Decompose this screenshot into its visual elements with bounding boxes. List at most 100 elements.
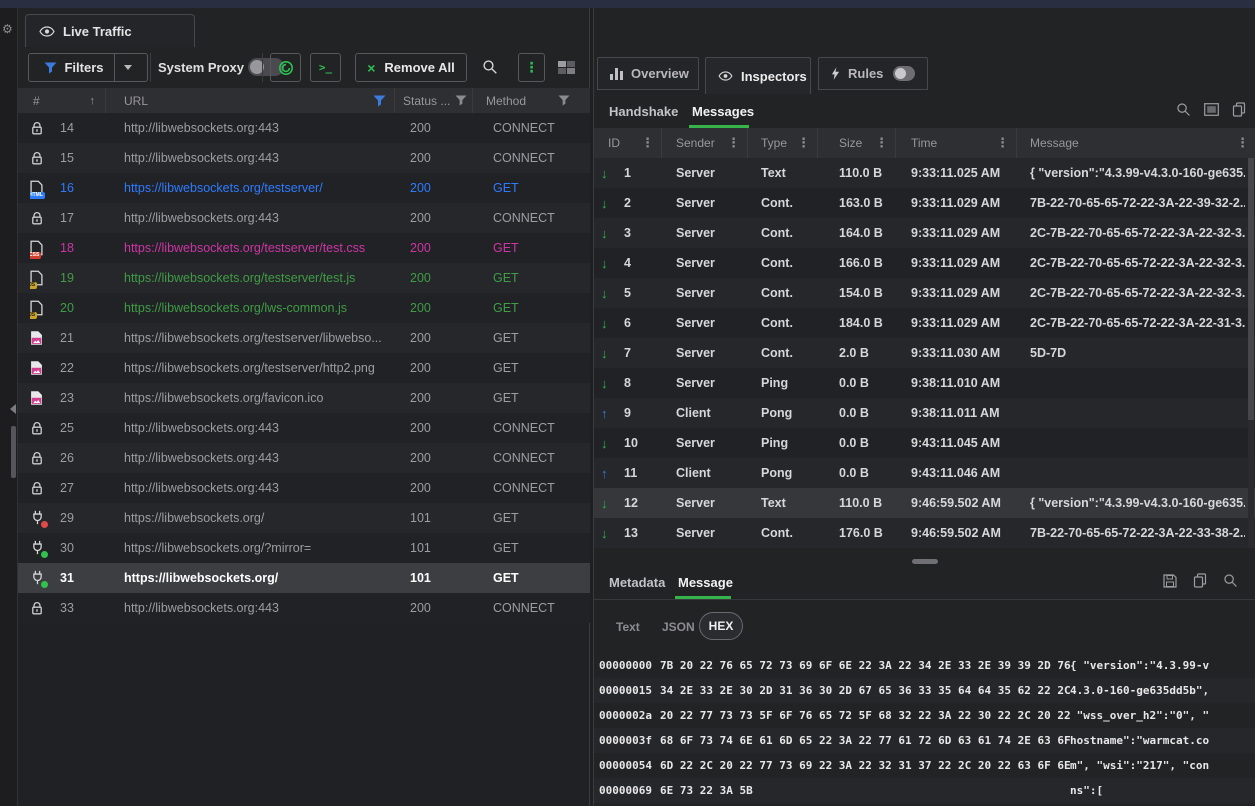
message-sender: Server	[676, 338, 746, 368]
subtab-messages[interactable]: Messages	[692, 104, 754, 119]
sort-ascending-icon[interactable]: ↑	[90, 95, 96, 107]
search-icon[interactable]	[1223, 573, 1238, 588]
save-icon[interactable]	[1163, 574, 1177, 588]
request-row[interactable]: 31https://libwebsockets.org/101GET	[18, 563, 590, 593]
message-row[interactable]: ↑11ClientPong0.0 B9:43:11.046 AM	[594, 458, 1255, 488]
column-menu-icon[interactable]: ⋮	[797, 135, 810, 151]
collapse-panel-arrow-icon[interactable]	[10, 404, 16, 414]
message-row[interactable]: ↓3ServerCont.164.0 B9:33:11.029 AM2C-7B-…	[594, 218, 1255, 248]
column-menu-icon[interactable]: ⋮	[1236, 135, 1249, 151]
message-id: 5	[624, 278, 660, 308]
gear-icon[interactable]: ⚙	[2, 22, 13, 36]
copy-icon[interactable]	[1232, 102, 1246, 117]
message-row[interactable]: ↓12ServerText110.0 B9:46:59.502 AM{ "ver…	[594, 488, 1255, 518]
splitter-drag-handle[interactable]	[912, 559, 938, 564]
capture-button[interactable]	[270, 53, 301, 82]
tab-message[interactable]: Message	[678, 575, 733, 590]
message-row[interactable]: ↓4ServerCont.166.0 B9:33:11.029 AM2C-7B-…	[594, 248, 1255, 278]
request-status: 200	[410, 323, 480, 353]
message-row[interactable]: ↓10ServerPing0.0 B9:43:11.045 AM	[594, 428, 1255, 458]
column-header-method[interactable]: Method	[473, 88, 576, 113]
search-icon[interactable]	[482, 59, 498, 75]
format-text-button[interactable]: Text	[616, 620, 640, 634]
request-row[interactable]: CSS18https://libwebsockets.org/testserve…	[18, 233, 590, 263]
message-sender: Server	[676, 428, 746, 458]
column-header-message[interactable]: Message⋮	[1017, 128, 1255, 158]
message-row[interactable]: ↑9ClientPong0.0 B9:38:11.011 AM	[594, 398, 1255, 428]
column-menu-icon[interactable]: ⋮	[875, 135, 888, 151]
request-row[interactable]: 17http://libwebsockets.org:443200CONNECT	[18, 203, 590, 233]
column-menu-icon[interactable]: ⋮	[996, 135, 1009, 151]
layout-icon[interactable]	[558, 61, 575, 74]
ws-status-dot	[41, 581, 48, 588]
request-row[interactable]: 14http://libwebsockets.org:443200CONNECT	[18, 113, 590, 143]
request-url: https://libwebsockets.org/testserver/htt…	[124, 353, 396, 383]
request-row[interactable]: 29https://libwebsockets.org/101GET	[18, 503, 590, 533]
message-row[interactable]: ↓1ServerText110.0 B9:33:11.025 AM{ "vers…	[594, 158, 1255, 188]
column-menu-icon[interactable]: ⋮	[641, 135, 654, 151]
messages-scrollbar[interactable]	[1248, 158, 1254, 548]
request-row[interactable]: 33http://libwebsockets.org:443200CONNECT	[18, 593, 590, 623]
subtab-handshake[interactable]: Handshake	[609, 104, 678, 119]
search-icon[interactable]	[1176, 102, 1191, 117]
request-row[interactable]: 23https://libwebsockets.org/favicon.ico2…	[18, 383, 590, 413]
message-row[interactable]: ↓7ServerCont.2.0 B9:33:11.030 AM5D-7D	[594, 338, 1255, 368]
more-options-button[interactable]: ⋮	[518, 53, 545, 82]
rail-scrollbar-thumb[interactable]	[11, 426, 16, 478]
message-row[interactable]: ↓13ServerCont.176.0 B9:46:59.502 AM7B-22…	[594, 518, 1255, 548]
tab-inspectors[interactable]: Inspectors	[705, 57, 811, 94]
request-row[interactable]: 30https://libwebsockets.org/?mirror=101G…	[18, 533, 590, 563]
request-type-icon-cell: JS	[30, 293, 58, 323]
format-hex-button[interactable]: HEX	[699, 612, 743, 640]
method-filter-funnel-icon[interactable]	[558, 95, 570, 106]
message-row[interactable]: ↓6ServerCont.184.0 B9:33:11.029 AM2C-7B-…	[594, 308, 1255, 338]
hex-bytes: 34 2E 33 2E 30 2D 31 36 30 2D 67 65 36 3…	[660, 678, 1071, 703]
remove-all-button[interactable]: × Remove All	[355, 53, 467, 82]
server-download-arrow-icon: ↓	[601, 428, 619, 458]
tab-overview[interactable]: Overview	[597, 57, 699, 90]
request-row[interactable]: 22https://libwebsockets.org/testserver/h…	[18, 353, 590, 383]
request-row[interactable]: 15http://libwebsockets.org:443200CONNECT	[18, 143, 590, 173]
column-header-size[interactable]: Size⋮	[818, 128, 896, 158]
request-method: GET	[493, 173, 585, 203]
message-row[interactable]: ↓8ServerPing0.0 B9:38:11.010 AM	[594, 368, 1255, 398]
column-header-id[interactable]: ID⋮	[594, 128, 662, 158]
tab-rules[interactable]: Rules	[818, 57, 928, 90]
image-preview-icon[interactable]	[1204, 103, 1219, 116]
column-header-number[interactable]: # ↑	[18, 88, 106, 113]
message-time: 9:43:11.045 AM	[911, 428, 1015, 458]
message-row[interactable]: ↓2ServerCont.163.0 B9:33:11.029 AM7B-22-…	[594, 188, 1255, 218]
column-header-sender[interactable]: Sender⋮	[662, 128, 748, 158]
column-menu-icon[interactable]: ⋮	[727, 135, 740, 151]
websocket-icon	[30, 540, 46, 556]
filters-button-main[interactable]: Filters	[34, 54, 114, 81]
tab-live-traffic[interactable]: Live Traffic	[25, 14, 195, 47]
request-method: GET	[493, 293, 585, 323]
url-filter-funnel-icon[interactable]	[373, 95, 386, 107]
column-header-url[interactable]: URL	[106, 88, 395, 113]
request-row[interactable]: JS19https://libwebsockets.org/testserver…	[18, 263, 590, 293]
scrollbar-thumb[interactable]	[1248, 158, 1254, 420]
message-sender: Server	[676, 248, 746, 278]
hex-row: 000000546D 22 2C 20 22 77 73 69 22 3A 22…	[594, 753, 1255, 778]
filters-dropdown-button[interactable]	[115, 54, 142, 81]
request-number: 20	[60, 293, 108, 323]
column-header-status[interactable]: Status ...	[395, 88, 473, 113]
request-row[interactable]: 21https://libwebsockets.org/testserver/l…	[18, 323, 590, 353]
message-row[interactable]: ↓5ServerCont.154.0 B9:33:11.029 AM2C-7B-…	[594, 278, 1255, 308]
rules-toggle[interactable]	[893, 66, 915, 81]
format-json-button[interactable]: JSON	[662, 620, 695, 634]
column-header-time[interactable]: Time⋮	[896, 128, 1017, 158]
terminal-button[interactable]: >_	[310, 53, 341, 82]
request-row[interactable]: 26http://libwebsockets.org:443200CONNECT	[18, 443, 590, 473]
filters-button[interactable]: Filters	[28, 53, 148, 82]
request-row[interactable]: JS20https://libwebsockets.org/lws-common…	[18, 293, 590, 323]
tab-metadata[interactable]: Metadata	[609, 575, 665, 590]
request-row[interactable]: 25http://libwebsockets.org:443200CONNECT	[18, 413, 590, 443]
column-header-type[interactable]: Type⋮	[748, 128, 818, 158]
copy-icon[interactable]	[1193, 573, 1207, 588]
message-type: Cont.	[761, 278, 816, 308]
request-row[interactable]: 27http://libwebsockets.org:443200CONNECT	[18, 473, 590, 503]
request-row[interactable]: HTML16https://libwebsockets.org/testserv…	[18, 173, 590, 203]
status-filter-funnel-icon[interactable]	[455, 95, 467, 106]
